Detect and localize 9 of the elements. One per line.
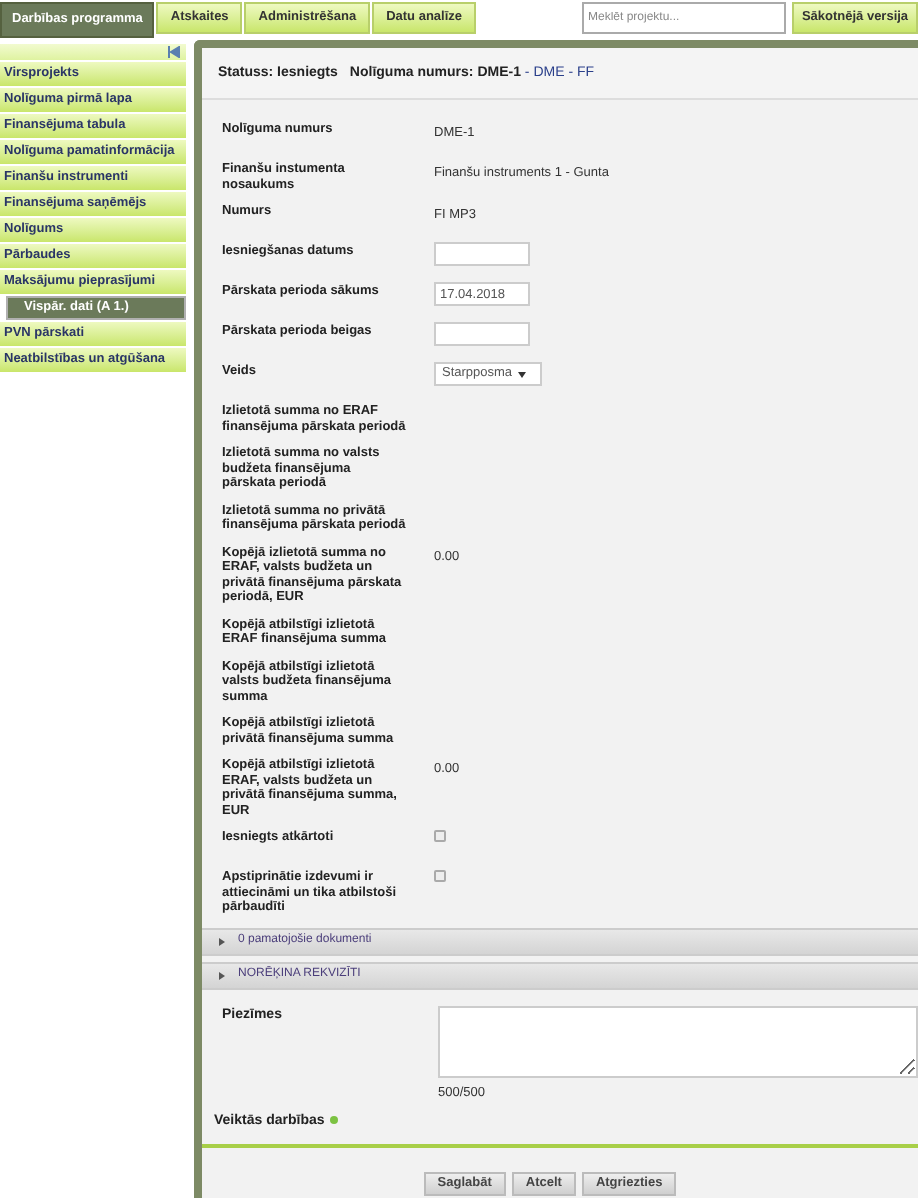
triangle-right-icon <box>218 971 226 979</box>
caret-icon <box>518 371 527 377</box>
collapse-icon[interactable] <box>168 46 180 58</box>
date-field[interactable] <box>434 322 530 346</box>
date-field[interactable] <box>434 242 530 266</box>
notes-field[interactable] <box>438 1005 918 1077</box>
triangle-right-icon <box>218 937 226 945</box>
checkbox[interactable] <box>434 830 446 842</box>
checkbox[interactable] <box>434 870 446 882</box>
